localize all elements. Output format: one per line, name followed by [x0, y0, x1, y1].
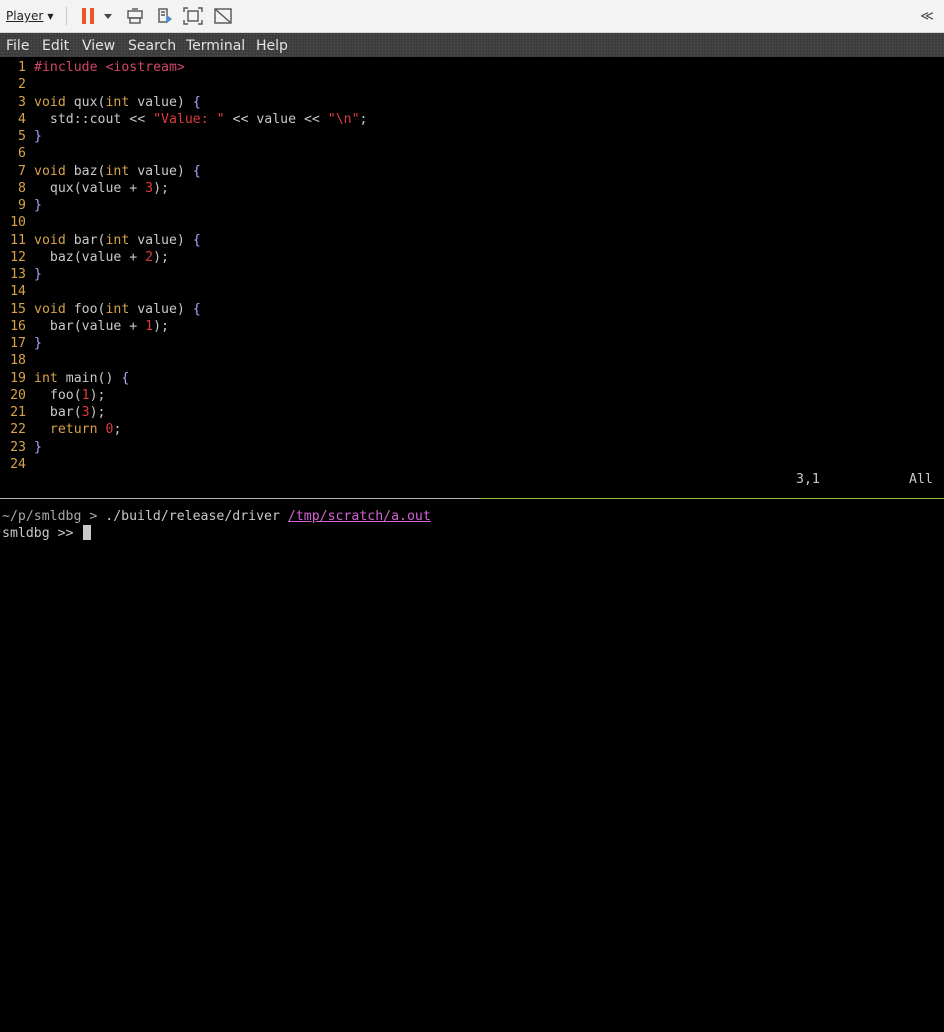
removable-devices-icon [158, 8, 172, 24]
line-code: void bar(int value) { [34, 232, 201, 248]
menu-file[interactable]: File [6, 38, 29, 54]
shell-command-line: ~/p/smldbg > ./build/release/driver /tmp… [2, 508, 431, 525]
prompt-symbol: > [89, 509, 98, 524]
unity-button[interactable] [211, 5, 235, 27]
scroll-indicator: All [909, 472, 933, 487]
terminal-window[interactable]: 1 #include <iostream> 2 3 void qux(int value… [0, 57, 944, 1032]
menu-edit[interactable]: Edit [42, 38, 69, 54]
pause-button[interactable] [78, 5, 98, 27]
line-number: 17 [10, 336, 26, 351]
line-code: } [34, 129, 42, 144]
unity-icon [214, 8, 232, 24]
debugger-prompt-line[interactable]: smldbg >> [2, 525, 92, 542]
dropdown-icon [104, 13, 112, 19]
collapse-icon: ≪ [920, 8, 934, 24]
shell-command: ./build/release/driver [105, 509, 280, 524]
menu-search[interactable]: Search [128, 38, 176, 54]
pause-icon [82, 8, 94, 24]
collapse-toolbar-button[interactable]: ≪ [916, 5, 938, 27]
line-code: void baz(int value) { [34, 163, 201, 179]
send-keys-button[interactable] [124, 5, 146, 27]
menu-terminal[interactable]: Terminal [186, 38, 245, 54]
line-number: 18 [10, 353, 26, 369]
line-code: bar(value + 1); [34, 318, 169, 334]
line-number: 22 [10, 422, 26, 438]
line-number: 10 [10, 215, 26, 231]
removable-devices-button[interactable] [153, 5, 175, 27]
line-code: bar(3); [34, 405, 106, 420]
player-menu-label: Player [6, 9, 44, 23]
line-code: } [34, 439, 42, 455]
line-number: 12 [10, 249, 26, 265]
line-number: 1 [18, 60, 26, 75]
line-number: 14 [10, 284, 26, 300]
fit-window-icon [183, 7, 203, 25]
debugger-prompt: smldbg >> [2, 526, 74, 541]
binary-path-link[interactable]: /tmp/scratch/a.out [288, 509, 431, 524]
line-number: 21 [10, 405, 26, 420]
line-number: 13 [10, 267, 26, 282]
menu-view[interactable]: View [82, 38, 115, 54]
player-toolbar: Player ▼ ≪ [0, 0, 944, 33]
fit-window-button[interactable] [181, 5, 205, 27]
line-number: 4 [18, 111, 26, 127]
line-code: void foo(int value) { [34, 301, 201, 317]
line-code: baz(value + 2); [34, 249, 169, 265]
editor-statusline: 3,1 All [0, 471, 944, 488]
line-number: 16 [10, 318, 26, 334]
line-code: std::cout << "Value: " << value << "\n"; [34, 111, 368, 127]
player-menu-button[interactable]: Player ▼ [6, 5, 54, 27]
send-keys-icon [127, 8, 143, 24]
toolbar-divider [66, 7, 67, 25]
line-number: 11 [10, 232, 26, 248]
text-cursor [83, 525, 92, 540]
prompt-path: ~/p/smldbg [2, 509, 82, 524]
pause-dropdown-button[interactable] [102, 5, 114, 27]
line-number: 3 [18, 94, 26, 110]
pane-divider-accent [480, 498, 944, 499]
line-code: } [34, 336, 42, 351]
line-number: 15 [10, 301, 26, 317]
line-code: qux(value + 3); [34, 180, 169, 196]
line-number: 19 [10, 370, 26, 386]
line-code: } [34, 267, 42, 282]
line-number: 5 [18, 129, 26, 144]
line-number: 2 [18, 77, 26, 93]
menu-help[interactable]: Help [256, 38, 288, 54]
line-code: foo(1); [34, 387, 106, 403]
terminal-menubar: File Edit View Search Terminal Help [0, 33, 944, 57]
line-number: 9 [18, 198, 26, 213]
cursor-position: 3,1 [796, 472, 820, 487]
line-number: 7 [18, 163, 26, 179]
line-number: 20 [10, 387, 26, 403]
line-number: 23 [10, 439, 26, 455]
line-number: 6 [18, 146, 26, 162]
line-code: void qux(int value) { [34, 94, 201, 110]
line-code: int main() { [34, 370, 130, 386]
line-code: return 0; [49, 422, 122, 438]
line-number: 8 [18, 180, 26, 196]
chevron-down-icon: ▼ [47, 11, 54, 21]
line-code: #include <iostream> [34, 60, 185, 75]
line-code: } [34, 198, 42, 213]
